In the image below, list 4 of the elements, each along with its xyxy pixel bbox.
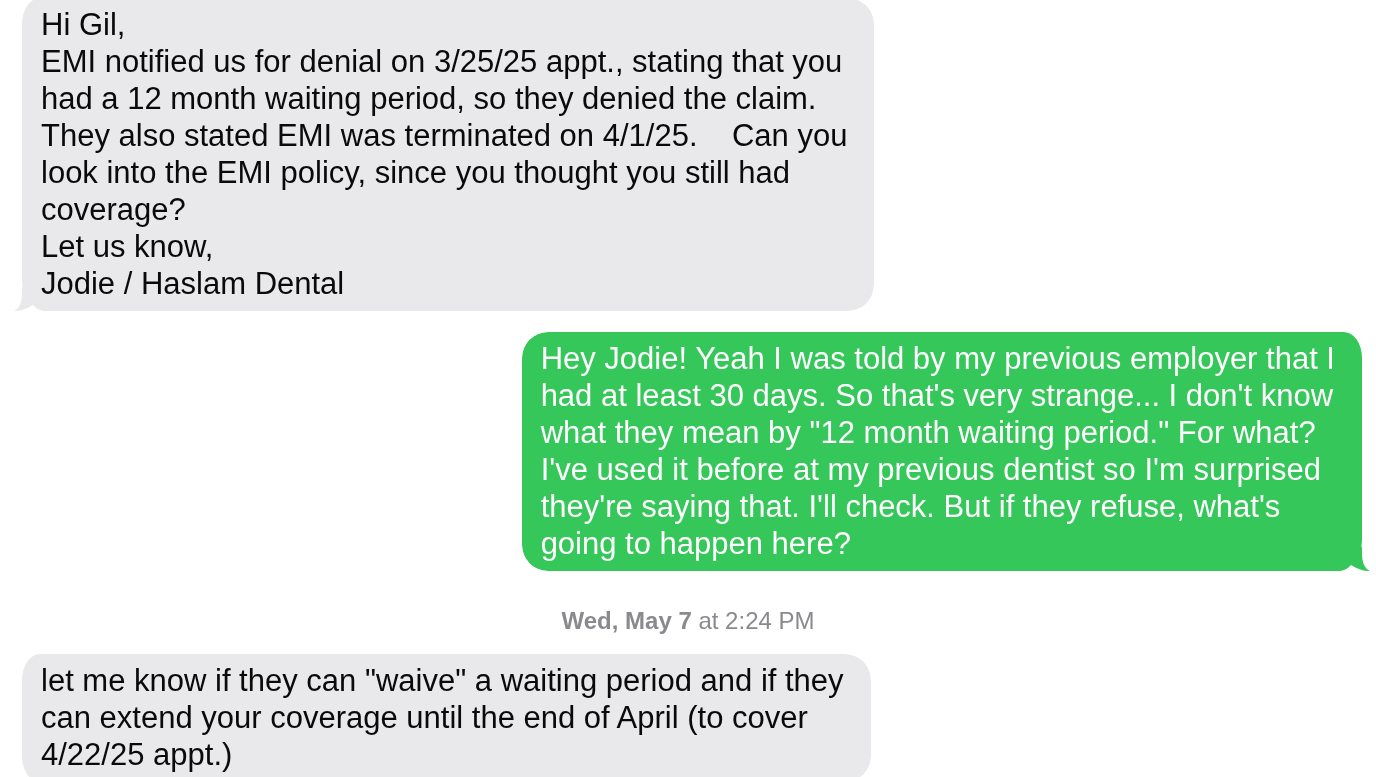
message-text: Hey Jodie! Yeah I was told by my previous employer that I had at least 30 days. So that's very strange... I don't know what they mean by "12 month waiting period." For what? I've used it before at my previous dentist so I'm surprised they're saying that. I'll check. But if they refuse, what's going to happen here? <box>540 340 1335 562</box>
message-text: Hi Gil, EMI notified us for denial on 3/25/25 appt., stating that you had a 12 month waiting period, so they denied the claim. They also stated EMI was terminated on 4/1/25. Can you look into the EMI policy, since you thought you still had coverage? Let us know, Jodie / Haslam Dental <box>41 6 848 302</box>
message-text: let me know if they can "waive" a waiting period and if they can extend your coverage until the end of April (to cover 4/22/25 appt.) <box>41 662 844 773</box>
timestamp: Wed, May 7 at 2:24 PM <box>561 607 815 635</box>
